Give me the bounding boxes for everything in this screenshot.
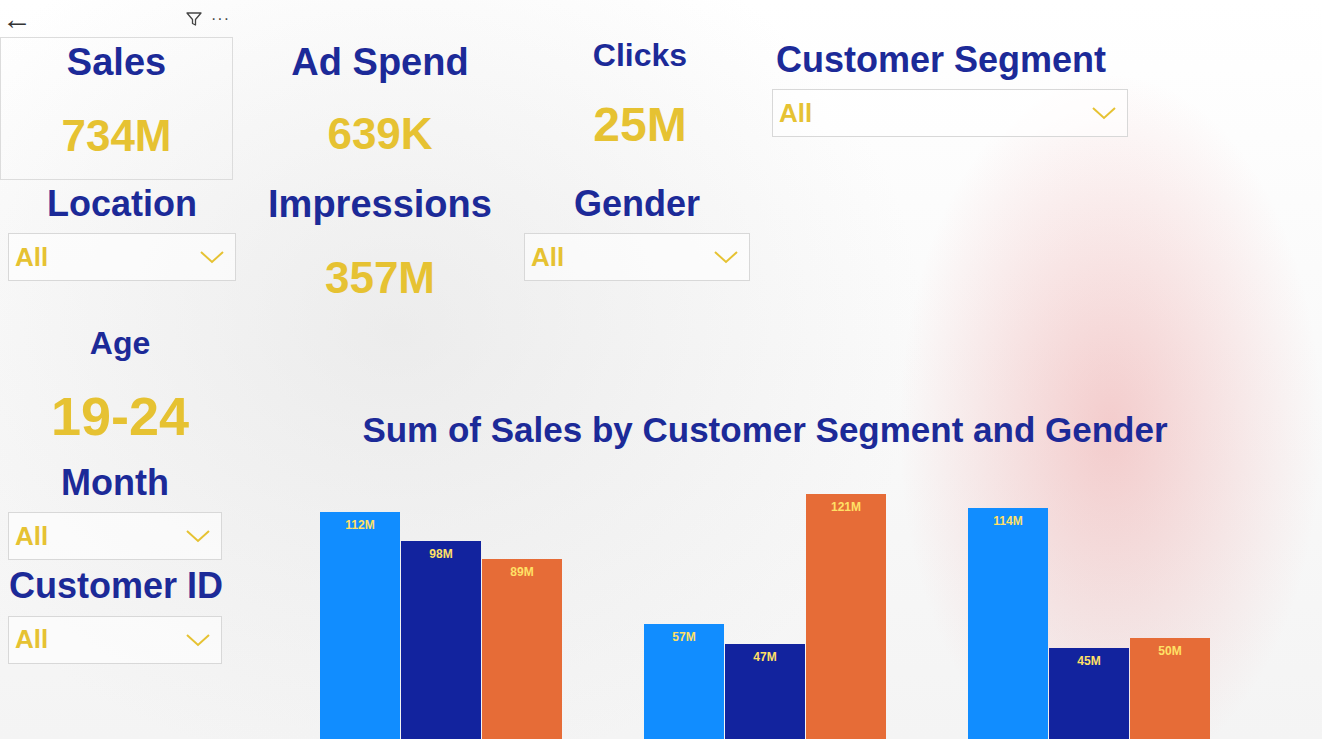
bar-label: 112M <box>320 512 400 532</box>
chevron-down-icon <box>199 249 225 265</box>
chart-title: Sum of Sales by Customer Segment and Gen… <box>362 409 1167 451</box>
more-button[interactable]: ··· <box>211 7 230 31</box>
bar-group: 114M 45M50M <box>968 489 1210 739</box>
chart-bar[interactable]: 57M <box>644 624 724 739</box>
impressions-card: Impressions 357M <box>240 180 520 310</box>
location-dropdown[interactable]: All <box>8 233 236 281</box>
chart-bar[interactable]: 50M <box>1130 638 1210 739</box>
month-dropdown[interactable]: All <box>8 512 222 560</box>
chart-bar[interactable]: 89M <box>482 559 562 739</box>
toolbar-actions: ··· <box>185 7 230 31</box>
month-title: Month <box>8 461 222 504</box>
impressions-title: Impressions <box>268 182 492 228</box>
clicks-card: Clicks 25M <box>520 0 760 180</box>
bar-label: 98M <box>401 541 481 561</box>
customer-id-value: All <box>15 624 48 655</box>
chart-bar[interactable]: 114M <box>968 508 1048 739</box>
customer-segment-slicer: Customer Segment All <box>760 0 1322 180</box>
ad-spend-card: Ad Spend 639K <box>240 0 520 180</box>
clicks-value: 25M <box>593 96 686 154</box>
bar-group: 112M98M89M <box>320 489 562 739</box>
chart-plot: 112M98M89M 57M47M 121M 114M 45M50M <box>320 489 1210 739</box>
bar-label: 47M <box>725 644 805 664</box>
customer-segment-value: All <box>779 98 812 129</box>
bar-group: 57M47M 121M <box>644 489 886 739</box>
left-lower: Age 19-24 Month All Customer ID All <box>0 310 240 739</box>
bar-label: 50M <box>1130 638 1210 658</box>
ad-spend-title: Ad Spend <box>291 40 468 86</box>
chevron-down-icon <box>185 632 211 648</box>
gender-slicer: Gender All <box>520 180 760 310</box>
filter-icon[interactable] <box>185 10 203 28</box>
chart-bar[interactable]: 45M <box>1049 648 1129 739</box>
chart-bar[interactable]: 98M <box>401 541 481 739</box>
bar-label: 89M <box>482 559 562 579</box>
bar-label: 121M <box>806 494 886 514</box>
sales-value: 734M <box>61 110 171 163</box>
customer-id-dropdown[interactable]: All <box>8 616 222 664</box>
impressions-value: 357M <box>325 252 435 305</box>
ad-spend-value: 639K <box>327 108 432 161</box>
age-value: 19-24 <box>51 384 189 449</box>
age-title: Age <box>90 324 150 362</box>
sales-title: Sales <box>67 40 166 86</box>
chevron-down-icon <box>1091 105 1117 121</box>
chart-bar[interactable]: 47M <box>725 644 805 739</box>
chevron-down-icon <box>713 249 739 265</box>
month-value: All <box>15 521 48 552</box>
bar-label: 57M <box>644 624 724 644</box>
chevron-down-icon <box>185 528 211 544</box>
age-card: Age 19-24 <box>0 324 240 449</box>
clicks-title: Clicks <box>593 36 687 74</box>
bar-label: 114M <box>968 508 1048 528</box>
chart-bar[interactable]: 112M <box>320 512 400 739</box>
back-button[interactable]: ← <box>2 4 32 34</box>
customer-id-title: Customer ID <box>0 564 232 607</box>
gender-value: All <box>531 242 564 273</box>
sales-card: Sales 734M <box>0 37 233 180</box>
sales-chart: Sum of Sales by Customer Segment and Gen… <box>240 310 1322 739</box>
customer-id-slicer: Customer ID All <box>0 564 240 663</box>
location-slicer: Location All <box>0 180 240 310</box>
customer-segment-dropdown[interactable]: All <box>772 89 1128 137</box>
customer-segment-title: Customer Segment <box>772 38 1322 81</box>
chart-header: Sum of Sales by Customer Segment and Gen… <box>320 409 1210 451</box>
gender-title: Gender <box>524 182 750 225</box>
location-title: Location <box>8 182 236 225</box>
sales-area: ← ··· Sales 734M <box>0 0 240 180</box>
toolbar: ← ··· <box>0 0 240 37</box>
dashboard: ← ··· Sales 734M Ad Spend 639K Clicks 25… <box>0 0 1322 739</box>
location-value: All <box>15 242 48 273</box>
chart-bar[interactable]: 121M <box>806 494 886 739</box>
bar-label: 45M <box>1049 648 1129 668</box>
gender-dropdown[interactable]: All <box>524 233 750 281</box>
month-slicer: Month All <box>0 461 240 560</box>
